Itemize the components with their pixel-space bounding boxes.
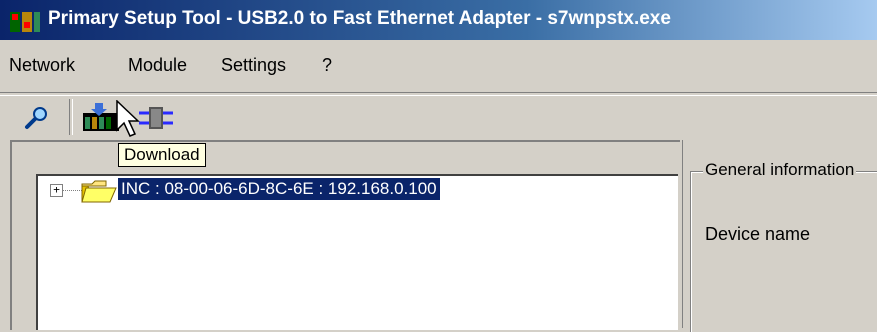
search-button[interactable] (18, 102, 54, 134)
device-name-label: Device name (705, 224, 811, 244)
general-information-title: General information (703, 160, 857, 180)
title-bar: Primary Setup Tool - USB2.0 to Fast Ethe… (0, 0, 877, 40)
app-icon (10, 12, 40, 32)
toolbar-divider (69, 99, 73, 135)
network-adapter-button[interactable] (138, 102, 174, 134)
window-title: Primary Setup Tool - USB2.0 to Fast Ethe… (48, 8, 671, 29)
toolbar-separator (0, 92, 877, 96)
network-adapter-icon (139, 107, 173, 129)
menu-bar: Network Module Settings ? (0, 55, 877, 85)
download-icon (83, 103, 119, 131)
tree-item-device[interactable]: INC : 08-00-06-6D-8C-6E : 192.168.0.100 (117, 177, 441, 201)
menu-help[interactable]: ? (322, 55, 332, 76)
tree-connector (62, 190, 82, 191)
folder-icon (81, 180, 117, 203)
general-information-group (690, 171, 877, 332)
menu-network[interactable]: Network (9, 55, 75, 76)
menu-module[interactable]: Module (128, 55, 187, 76)
search-icon (25, 107, 47, 129)
menu-settings[interactable]: Settings (221, 55, 286, 76)
mouse-cursor-icon (116, 100, 140, 137)
